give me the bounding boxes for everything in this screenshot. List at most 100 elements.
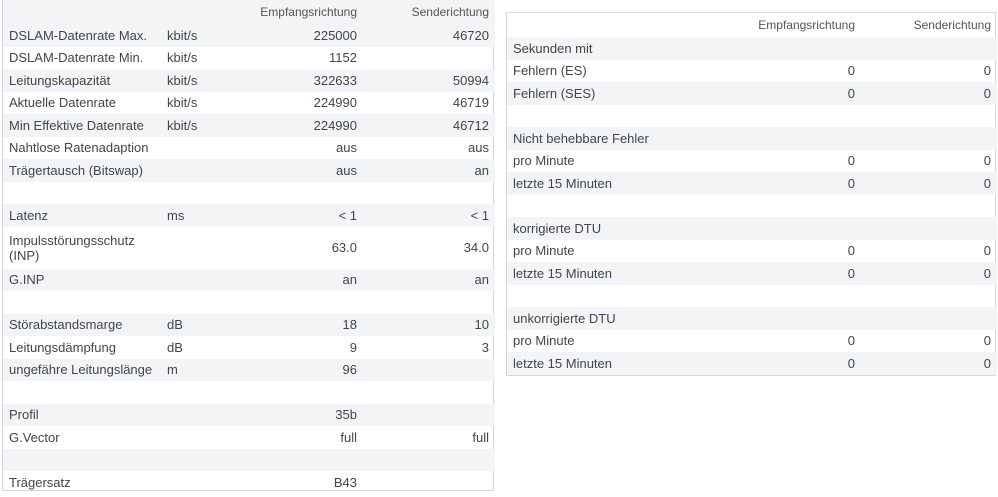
cell-unit: kbit/s xyxy=(167,95,198,111)
cell-tx: 34.0 xyxy=(463,240,489,255)
cell-tx xyxy=(363,358,495,381)
cell-tx: aus xyxy=(468,140,489,156)
cell-label xyxy=(3,448,161,471)
cell-rx: < 1 xyxy=(241,204,363,227)
cell-unit: kbit/s xyxy=(161,24,241,47)
cell-rx: 0 xyxy=(847,63,855,79)
cell-unit xyxy=(161,137,241,160)
cell-rx xyxy=(703,105,861,128)
table-row: ungefähre Leitungslänge m 96 xyxy=(3,358,495,381)
cell-tx xyxy=(861,37,997,60)
table-row: Trägertausch (Bitswap) aus an xyxy=(3,159,495,182)
cell-unit xyxy=(161,426,241,449)
table-row: Profil 35b xyxy=(3,403,495,426)
table-row xyxy=(3,448,495,471)
cell-label: letzte 15 Minuten xyxy=(507,172,703,195)
cell-rx: B43 xyxy=(333,474,357,490)
cell-tx: 0 xyxy=(983,153,991,169)
cell-unit: ms xyxy=(161,204,241,227)
cell-rx xyxy=(703,37,861,60)
cell-rx: 0 xyxy=(847,243,855,259)
cell-unit: dB xyxy=(161,313,241,336)
cell-tx: an xyxy=(363,268,495,291)
cell-label: pro Minute xyxy=(513,333,575,349)
cell-rx: 225000 xyxy=(241,24,363,47)
table-row: Aktuelle Datenrate kbit/s 224990 46719 xyxy=(3,92,495,115)
cell-label: Trägersatz xyxy=(9,474,71,490)
table-row xyxy=(3,182,495,205)
header-receive-direction: Empfangsrichtung xyxy=(241,0,363,24)
dsl-line-stats-panel: Empfangsrichtung Senderichtung DSLAM-Dat… xyxy=(2,0,495,494)
error-stats-body: Sekunden mit Fehlern (ES) 0 0 Fehlern (SES) 0… xyxy=(507,37,997,375)
cell-tx xyxy=(861,195,997,218)
table-row xyxy=(3,291,495,314)
cell-rx: 224990 xyxy=(241,114,363,137)
cell-label: unkorrigierte DTU xyxy=(507,307,703,330)
cell-label: Trägertausch (Bitswap) xyxy=(3,159,161,182)
cell-rx xyxy=(241,448,363,471)
error-stats-panel: Empfangsrichtung Senderichtung Sekunden … xyxy=(506,12,997,376)
table-row: Nahtlose Ratenadaption aus aus xyxy=(3,137,495,160)
cell-tx xyxy=(861,217,997,240)
cell-rx xyxy=(241,381,363,404)
cell-rx: 35b xyxy=(241,403,363,426)
table-row: pro Minute 0 0 xyxy=(507,240,997,263)
table-row: DSLAM-Datenrate Min. kbit/s 1152 xyxy=(3,47,495,70)
cell-label xyxy=(3,381,161,404)
line-stats-body: DSLAM-Datenrate Max. kbit/s 225000 46720 DSL… xyxy=(3,24,495,494)
cell-rx xyxy=(703,307,861,330)
cell-label: Sekunden mit xyxy=(507,37,703,60)
header-send-direction: Senderichtung xyxy=(913,18,991,32)
cell-rx: 0 xyxy=(703,82,861,105)
table-row: pro Minute 0 0 xyxy=(507,150,997,173)
cell-label: letzte 15 Minuten xyxy=(507,262,703,285)
cell-label: Fehlern (SES) xyxy=(507,82,703,105)
table-row: letzte 15 Minuten 0 0 xyxy=(507,262,997,285)
cell-label: DSLAM-Datenrate Max. xyxy=(3,24,161,47)
cell-unit xyxy=(161,403,241,426)
cell-label: DSLAM-Datenrate Min. xyxy=(9,50,144,66)
table-row xyxy=(507,195,997,218)
cell-tx: 0 xyxy=(983,243,991,259)
cell-tx: 0 xyxy=(861,352,997,375)
cell-tx: < 1 xyxy=(363,204,495,227)
cell-tx: 10 xyxy=(363,313,495,336)
cell-label xyxy=(507,285,703,308)
table-row xyxy=(507,105,997,128)
cell-unit xyxy=(161,291,241,314)
table-row: Fehlern (ES) 0 0 xyxy=(507,60,997,83)
table-row xyxy=(3,381,495,404)
cell-label xyxy=(3,291,161,314)
cell-rx: 18 xyxy=(241,313,363,336)
cell-label: Latenz xyxy=(3,204,161,227)
table-row: Sekunden mit xyxy=(507,37,997,60)
cell-label: Aktuelle Datenrate xyxy=(9,95,116,111)
cell-unit: kbit/s xyxy=(161,114,241,137)
cell-tx xyxy=(363,403,495,426)
cell-label: Nahtlose Ratenadaption xyxy=(9,140,149,156)
cell-tx: 46719 xyxy=(452,95,489,111)
table-row: Störabstandsmarge dB 18 10 xyxy=(3,313,495,336)
line-stats-table: Empfangsrichtung Senderichtung DSLAM-Dat… xyxy=(3,0,495,494)
cell-unit xyxy=(161,381,241,404)
table-header-row: Empfangsrichtung Senderichtung xyxy=(507,13,997,37)
cell-rx: 96 xyxy=(241,358,363,381)
cell-label: Leitungskapazität xyxy=(3,69,161,92)
table-row: G.Vector full full xyxy=(3,426,495,449)
cell-tx: 0 xyxy=(861,82,997,105)
cell-rx: 63.0 xyxy=(331,240,357,255)
cell-label: pro Minute xyxy=(513,243,575,259)
cell-rx xyxy=(703,285,861,308)
table-row: Impulsstörungsschutz (INP) 63.0 34.0 xyxy=(3,227,495,269)
error-stats-table: Empfangsrichtung Senderichtung Sekunden … xyxy=(507,13,997,375)
cell-unit: kbit/s xyxy=(167,50,198,66)
header-label xyxy=(507,13,703,37)
cell-tx xyxy=(363,182,495,205)
cell-rx: 0 xyxy=(847,153,855,169)
cell-label: ungefähre Leitungslänge xyxy=(3,358,161,381)
cell-unit: dB xyxy=(167,339,183,355)
table-row: Trägersatz B43 xyxy=(3,471,495,494)
table-header-row: Empfangsrichtung Senderichtung xyxy=(3,0,495,24)
cell-rx: full xyxy=(340,429,357,445)
cell-tx xyxy=(363,471,495,494)
